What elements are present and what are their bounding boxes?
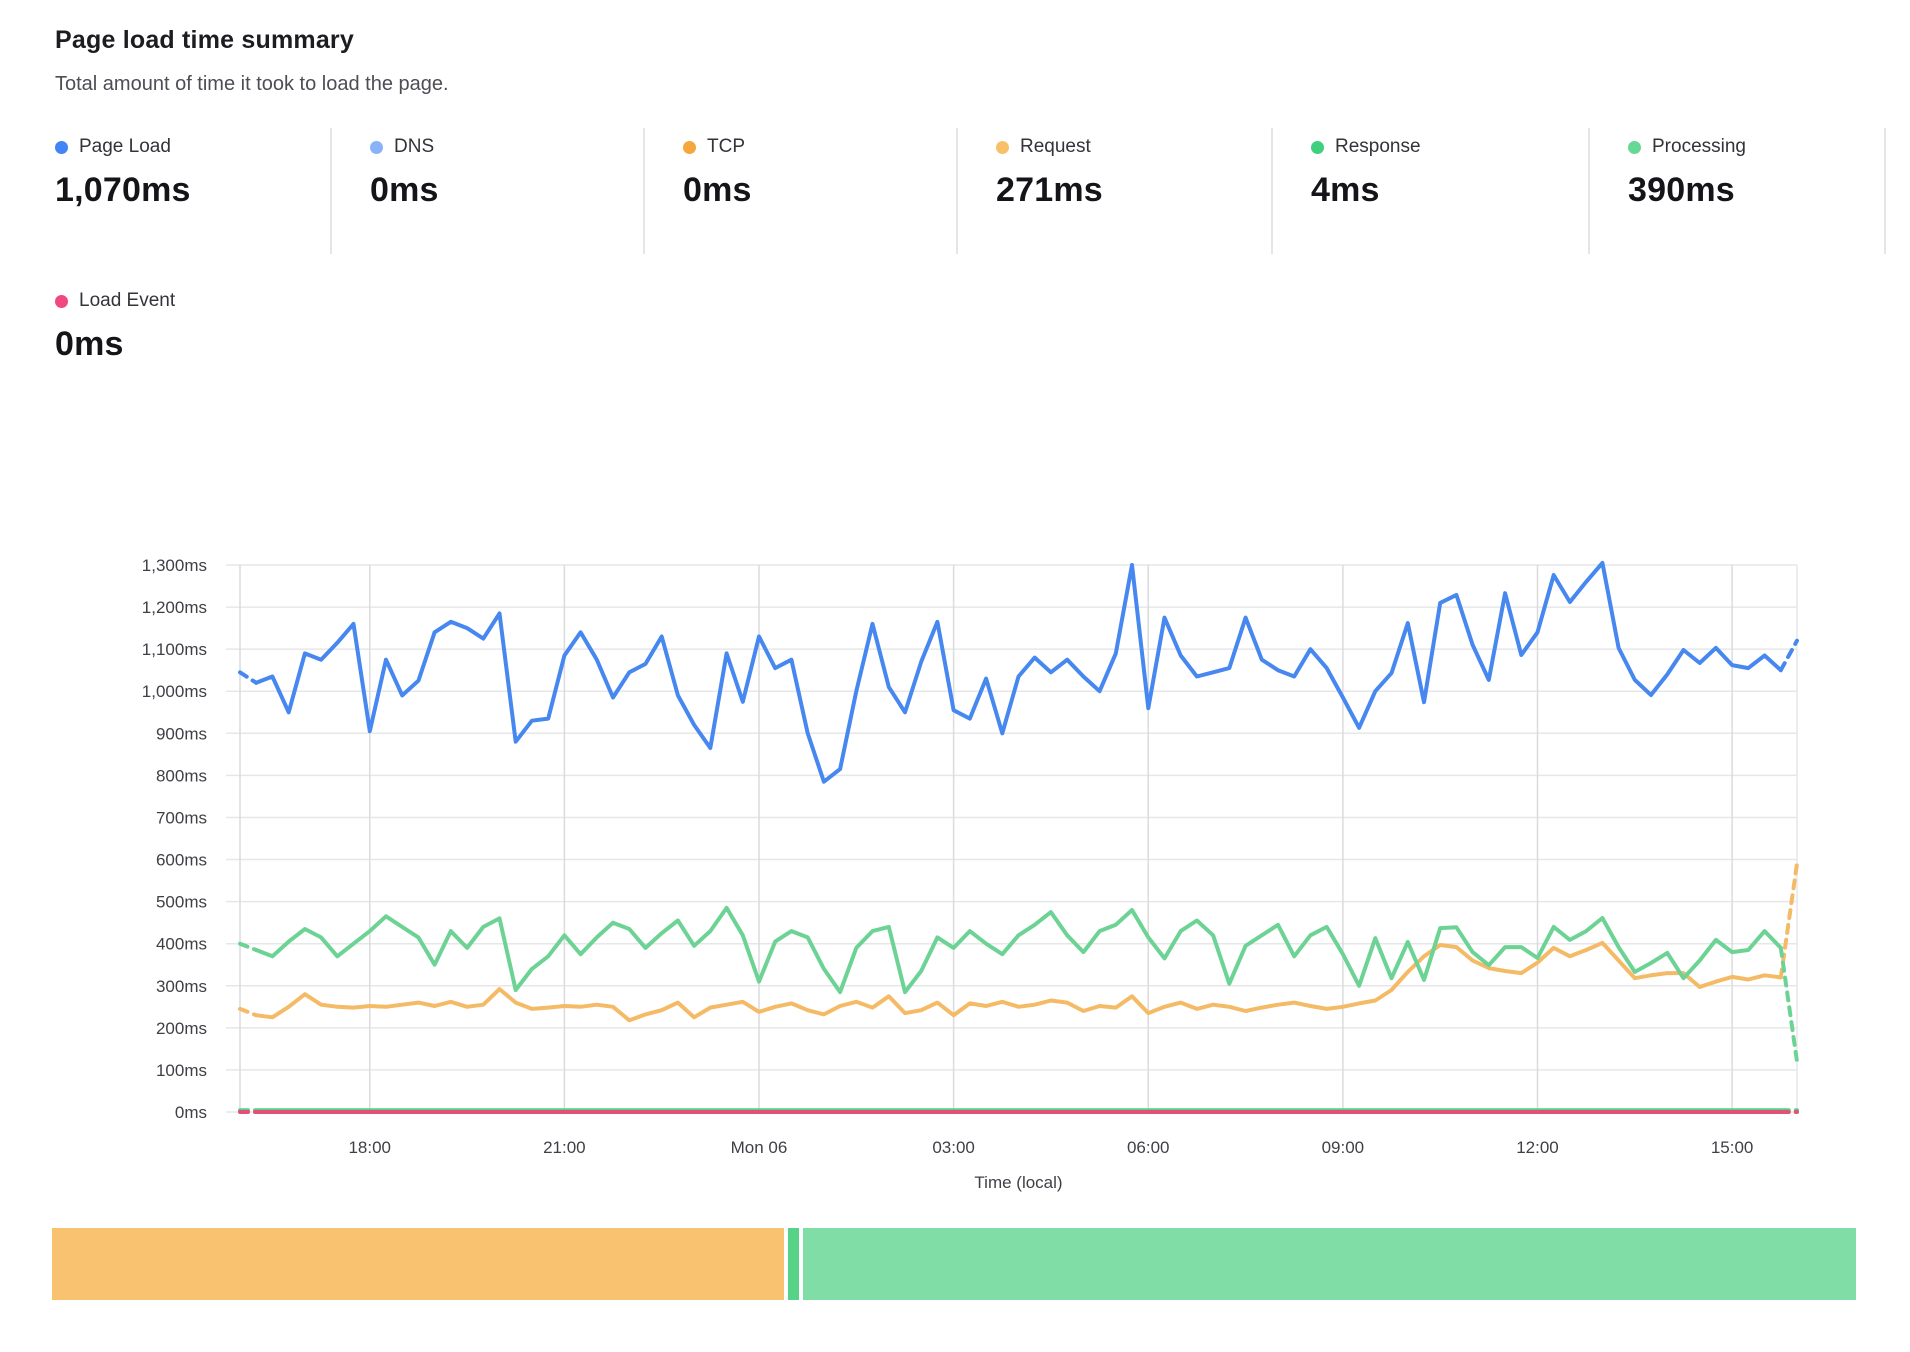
- y-axis-tick-label: 300ms: [156, 977, 207, 996]
- stat-processing: Processing 390ms: [1590, 128, 1886, 254]
- stat-label: Response: [1311, 136, 1588, 158]
- stat-label: DNS: [370, 136, 643, 158]
- y-axis-tick-label: 1,000ms: [142, 682, 207, 701]
- tcp-legend-dot-icon: [683, 141, 696, 154]
- stat-page-load: Page Load 1,070ms: [55, 128, 332, 254]
- stat-label: Load Event: [55, 290, 175, 312]
- chart-header: Page load time summary Total amount of t…: [55, 26, 449, 96]
- x-axis-tick-label: 03:00: [932, 1138, 975, 1157]
- y-axis-tick-label: 100ms: [156, 1061, 207, 1080]
- page-load-line: [1781, 641, 1797, 671]
- bar-segment-response: [788, 1228, 799, 1300]
- page-title: Page load time summary: [55, 26, 449, 55]
- dns-legend-dot-icon: [370, 141, 383, 154]
- x-axis-tick-label: 06:00: [1127, 1138, 1170, 1157]
- y-axis-tick-label: 1,100ms: [142, 640, 207, 659]
- request-legend-dot-icon: [996, 141, 1009, 154]
- load-time-breakdown-bar[interactable]: [52, 1228, 1856, 1300]
- page-load-line: [256, 563, 1781, 782]
- x-axis-tick-label: 09:00: [1322, 1138, 1365, 1157]
- y-axis-tick-label: 500ms: [156, 893, 207, 912]
- y-axis-tick-label: 400ms: [156, 935, 207, 954]
- stat-label: Request: [996, 136, 1271, 158]
- request-line: [256, 943, 1781, 1020]
- x-axis-title: Time (local): [974, 1173, 1062, 1192]
- y-axis-tick-label: 200ms: [156, 1019, 207, 1038]
- y-axis-tick-label: 900ms: [156, 724, 207, 743]
- processing-line: [240, 944, 256, 950]
- processing-legend-dot-icon: [1628, 141, 1641, 154]
- stat-label: TCP: [683, 136, 956, 158]
- x-axis-tick-label: 12:00: [1516, 1138, 1559, 1157]
- y-axis-tick-label: 700ms: [156, 808, 207, 827]
- stat-request: Request 271ms: [958, 128, 1273, 254]
- stat-value: 390ms: [1628, 171, 1884, 210]
- load-event-legend-dot-icon: [55, 295, 68, 308]
- stat-value: 271ms: [996, 171, 1271, 210]
- x-axis-tick-label: 18:00: [348, 1138, 391, 1157]
- response-legend-dot-icon: [1311, 141, 1324, 154]
- stat-value: 4ms: [1311, 171, 1588, 210]
- bar-segment-request: [52, 1228, 784, 1300]
- stat-value: 1,070ms: [55, 171, 330, 210]
- request-line: [240, 1009, 256, 1015]
- stat-value: 0ms: [370, 171, 643, 210]
- stat-label: Processing: [1628, 136, 1884, 158]
- x-axis-tick-label: Mon 06: [731, 1138, 788, 1157]
- x-axis-tick-label: 15:00: [1711, 1138, 1754, 1157]
- y-axis-tick-label: 0ms: [175, 1103, 207, 1122]
- page-subtitle: Total amount of time it took to load the…: [55, 73, 449, 96]
- page-load-legend-dot-icon: [55, 141, 68, 154]
- x-axis-tick-label: 21:00: [543, 1138, 586, 1157]
- processing-line: [1781, 948, 1797, 1062]
- page-load-line: [240, 672, 256, 683]
- stat-response: Response 4ms: [1273, 128, 1590, 254]
- stat-value: 0ms: [55, 325, 175, 364]
- stat-dns: DNS 0ms: [332, 128, 645, 254]
- stat-load-event: Load Event 0ms: [55, 290, 175, 364]
- y-axis-tick-label: 1,200ms: [142, 598, 207, 617]
- bar-segment-processing: [803, 1228, 1856, 1300]
- request-line: [1781, 864, 1797, 978]
- y-axis-tick-label: 1,300ms: [142, 556, 207, 575]
- metric-summary-row: Page Load 1,070ms DNS 0ms TCP 0ms Reques…: [55, 128, 1886, 254]
- stat-tcp: TCP 0ms: [645, 128, 958, 254]
- y-axis-tick-label: 800ms: [156, 766, 207, 785]
- stat-label: Page Load: [55, 136, 330, 158]
- y-axis-tick-label: 600ms: [156, 851, 207, 870]
- stat-value: 0ms: [683, 171, 956, 210]
